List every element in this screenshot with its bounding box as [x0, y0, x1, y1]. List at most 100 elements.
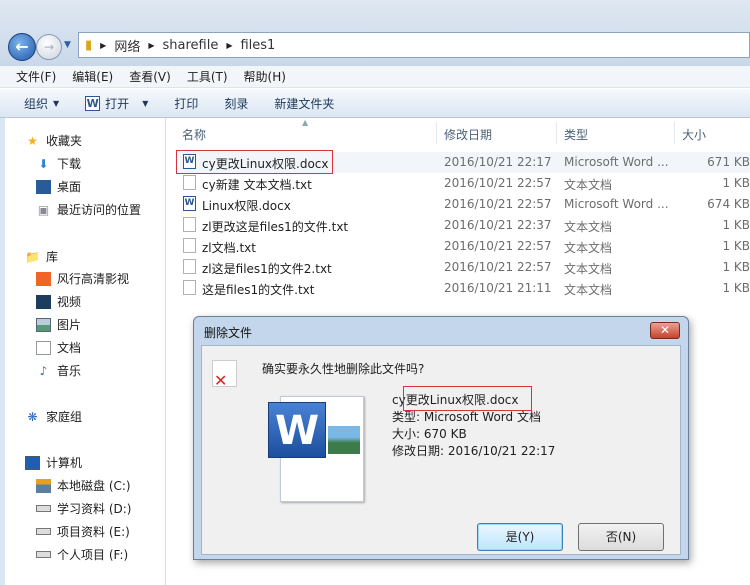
file-row[interactable]: zl这是files1的文件2.txt 2016/10/21 22:57 文本文档…: [180, 257, 750, 278]
sidebar-label: 视频: [57, 295, 82, 309]
open-label: 打开: [105, 96, 130, 111]
sidebar-item-music[interactable]: ♪ 音乐: [36, 362, 81, 379]
file-size: 1 KB: [722, 239, 750, 253]
sidebar-label: 图片: [57, 318, 82, 332]
back-button[interactable]: ←: [8, 33, 36, 61]
sidebar-label: 风行高清影视: [57, 272, 130, 286]
column-divider[interactable]: [674, 122, 675, 144]
forward-button[interactable]: →: [36, 34, 62, 60]
file-type: Microsoft Word ...: [564, 197, 669, 211]
file-size: 1 KB: [722, 260, 750, 274]
dropdown-arrow-icon: ▼: [53, 98, 60, 108]
recent-places-icon: ▣: [37, 202, 50, 217]
sidebar-item-drive-e[interactable]: 项目资料 (E:): [36, 523, 130, 540]
drive-icon: [36, 505, 51, 512]
breadcrumb-network[interactable]: 网络: [114, 36, 140, 55]
sidebar-label: 个人项目 (F:): [57, 548, 129, 562]
dropdown-arrow-icon: ▼: [142, 98, 149, 108]
open-button[interactable]: W 打开 ▼: [77, 91, 156, 116]
column-header-name[interactable]: 名称: [182, 126, 206, 143]
close-button[interactable]: ✕: [650, 322, 680, 339]
file-row[interactable]: zl文档.txt 2016/10/21 22:57 文本文档 1 KB: [180, 236, 750, 257]
file-row[interactable]: W Linux权限.docx 2016/10/21 22:57 Microsof…: [180, 194, 750, 215]
menu-file[interactable]: 文件(F): [8, 68, 64, 85]
sidebar-label: 本地磁盘 (C:): [57, 479, 131, 493]
sidebar-label: 最近访问的位置: [57, 203, 142, 217]
delete-file-dialog: 删除文件 ✕ ✕ 确实要永久性地删除此文件吗? W cy更改Linux权限.do…: [193, 316, 689, 560]
navigation-pane: ★ 收藏夹 ⬇ 下载 桌面 ▣ 最近访问的位置 📁 库 风行高清影视 视频 图片 文档 …: [0, 118, 166, 585]
menu-bar: 文件(F) 编辑(E) 查看(V) 工具(T) 帮助(H): [0, 66, 750, 88]
menu-tools[interactable]: 工具(T): [179, 68, 236, 85]
file-size: 大小: 670 KB: [392, 427, 467, 441]
file-type: 文本文档: [564, 178, 613, 192]
column-header-size[interactable]: 大小: [682, 126, 706, 143]
burn-button[interactable]: 刻录: [216, 91, 256, 116]
sort-ascending-icon: ▲: [302, 118, 309, 127]
file-type: 文本文档: [564, 220, 613, 234]
file-date: 2016/10/21 22:57: [444, 197, 552, 211]
delete-file-icon: ✕: [212, 360, 237, 390]
sidebar-label: 桌面: [57, 180, 82, 194]
text-file-icon: [183, 238, 196, 253]
chevron-right-icon: ▶: [148, 40, 155, 50]
menu-edit[interactable]: 编辑(E): [64, 68, 121, 85]
sidebar-item-drive-d[interactable]: 学习资料 (D:): [36, 500, 131, 517]
chevron-right-icon: ▶: [100, 40, 107, 50]
sidebar-item-downloads[interactable]: ⬇ 下载: [36, 155, 81, 172]
homegroup-icon: ❋: [27, 409, 38, 424]
sidebar-label: 学习资料 (D:): [57, 502, 132, 516]
desktop-icon: [36, 179, 51, 194]
file-type: 文本文档: [564, 262, 613, 276]
text-file-icon: [183, 175, 196, 190]
file-type: Microsoft Word ...: [564, 155, 669, 169]
sidebar-favorites[interactable]: ★ 收藏夹: [25, 132, 82, 149]
new-folder-button[interactable]: 新建文件夹: [266, 91, 342, 116]
sidebar-item-desktop[interactable]: 桌面: [36, 178, 81, 195]
menu-help[interactable]: 帮助(H): [236, 68, 294, 85]
menu-view[interactable]: 查看(V): [121, 68, 179, 85]
file-size: 1 KB: [722, 281, 750, 295]
no-button[interactable]: 否(N): [578, 523, 664, 551]
file-size: 674 KB: [707, 197, 750, 211]
breadcrumb-sharefile[interactable]: sharefile: [162, 38, 218, 53]
highlight-box: [403, 386, 532, 411]
sidebar-homegroup[interactable]: ❋ 家庭组: [25, 408, 82, 425]
address-bar[interactable]: ▮ ▶ 网络 ▶ sharefile ▶ files1: [78, 32, 750, 58]
system-drive-icon: [36, 478, 51, 493]
file-size: 671 KB: [707, 155, 750, 169]
print-button[interactable]: 打印: [166, 91, 206, 116]
yes-button[interactable]: 是(Y): [477, 523, 563, 551]
sidebar-libraries[interactable]: 📁 库: [25, 248, 58, 265]
file-type: 文本文档: [564, 283, 613, 297]
sidebar-computer[interactable]: 计算机: [25, 454, 82, 471]
command-bar: 组织 ▼ W 打开 ▼ 打印 刻录 新建文件夹: [0, 89, 750, 118]
sidebar-item-pictures[interactable]: 图片: [36, 316, 81, 333]
sidebar-item-drive-f[interactable]: 个人项目 (F:): [36, 546, 128, 563]
sidebar-item-funshion[interactable]: 风行高清影视: [36, 270, 129, 287]
sidebar-item-documents[interactable]: 文档: [36, 339, 81, 356]
column-header-date[interactable]: 修改日期: [444, 126, 492, 143]
column-divider[interactable]: [436, 122, 437, 144]
column-header-type[interactable]: 类型: [564, 126, 588, 143]
file-modified: 修改日期: 2016/10/21 22:17: [392, 444, 556, 458]
recent-pages-dropdown[interactable]: ▼: [64, 40, 71, 50]
text-file-icon: [183, 280, 196, 295]
text-file-icon: [183, 217, 196, 232]
file-row[interactable]: cy新建 文本文档.txt 2016/10/21 22:57 文本文档 1 KB: [180, 173, 750, 194]
organize-button[interactable]: 组织 ▼: [16, 91, 67, 116]
star-icon: ★: [27, 133, 38, 148]
file-row[interactable]: 这是files1的文件.txt 2016/10/21 21:11 文本文档 1 …: [180, 278, 750, 299]
file-date: 2016/10/21 22:57: [444, 176, 552, 190]
column-divider[interactable]: [556, 122, 557, 144]
video-icon: [36, 294, 51, 309]
file-size: 1 KB: [722, 176, 750, 190]
highlight-box: [176, 150, 333, 174]
word-icon: W: [85, 95, 101, 111]
sidebar-item-drive-c[interactable]: 本地磁盘 (C:): [36, 477, 131, 494]
sidebar-item-recent-places[interactable]: ▣ 最近访问的位置: [36, 201, 141, 218]
sidebar-label: 项目资料 (E:): [57, 525, 130, 539]
sidebar-item-videos[interactable]: 视频: [36, 293, 81, 310]
breadcrumb-files1[interactable]: files1: [240, 38, 275, 53]
file-date: 2016/10/21 22:17: [444, 155, 552, 169]
file-row[interactable]: zl更改这是files1的文件.txt 2016/10/21 22:37 文本文…: [180, 215, 750, 236]
